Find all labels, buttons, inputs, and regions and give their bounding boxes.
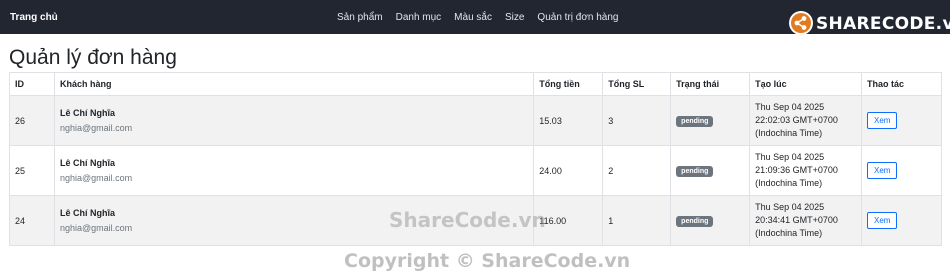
status-cell: pending bbox=[670, 145, 751, 196]
watermark-copyright: Copyright © ShareCode.vn bbox=[344, 250, 631, 272]
view-button[interactable]: Xem bbox=[867, 212, 898, 229]
created-at: Thu Sep 04 2025 20:34:41 GMT+0700 (Indoc… bbox=[749, 195, 863, 246]
view-button[interactable]: Xem bbox=[867, 112, 898, 129]
actions-cell: Xem bbox=[861, 195, 942, 246]
order-id: 24 bbox=[9, 195, 55, 246]
actions-cell: Xem bbox=[861, 95, 942, 146]
actions-cell: Xem bbox=[861, 145, 942, 196]
view-button[interactable]: Xem bbox=[867, 162, 898, 179]
customer-cell: Lê Chí Nghĩa nghia@gmail.com bbox=[53, 145, 535, 196]
order-total: 15.03 bbox=[533, 95, 604, 146]
page-title: Quản lý đơn hàng bbox=[9, 46, 177, 69]
order-id: 25 bbox=[9, 145, 55, 196]
status-cell: pending bbox=[670, 95, 751, 146]
table-row: 25 Lê Chí Nghĩa nghia@gmail.com 24.00 2 … bbox=[9, 145, 942, 196]
column-header-id: ID bbox=[9, 72, 55, 96]
customer-name: Lê Chí Nghĩa bbox=[59, 158, 115, 168]
column-header-total: Tổng tiền bbox=[533, 72, 604, 96]
nav-item-categories[interactable]: Danh mục bbox=[396, 12, 442, 23]
watermark-center: ShareCode.vn bbox=[389, 208, 546, 232]
status-badge: pending bbox=[676, 115, 714, 127]
column-header-quantity: Tổng SL bbox=[602, 72, 672, 96]
sharecode-logo: SHARECODE.vn bbox=[788, 10, 950, 40]
customer-cell: Lê Chí Nghĩa nghia@gmail.com bbox=[53, 95, 535, 146]
customer-email: nghia@gmail.com bbox=[59, 173, 133, 183]
created-at: Thu Sep 04 2025 22:02:03 GMT+0700 (Indoc… bbox=[749, 95, 863, 146]
order-quantity: 3 bbox=[602, 95, 672, 146]
nav-item-size[interactable]: Size bbox=[505, 12, 524, 23]
column-header-customer: Khách hàng bbox=[53, 72, 535, 96]
table-row: 26 Lê Chí Nghĩa nghia@gmail.com 15.03 3 … bbox=[9, 95, 942, 146]
status-badge: pending bbox=[676, 215, 714, 227]
nav-item-order-admin[interactable]: Quản trị đơn hàng bbox=[537, 12, 618, 23]
nav-item-products[interactable]: Sản phẩm bbox=[337, 12, 383, 23]
column-header-created: Tạo lúc bbox=[749, 72, 863, 96]
order-total: 24.00 bbox=[533, 145, 604, 196]
main-nav: Sản phẩm Danh mục Màu sắc Size Quản trị … bbox=[337, 12, 631, 23]
status-cell: pending bbox=[670, 195, 751, 246]
customer-email: nghia@gmail.com bbox=[59, 123, 133, 133]
order-id: 26 bbox=[9, 95, 55, 146]
order-quantity: 2 bbox=[602, 145, 672, 196]
nav-item-colors[interactable]: Màu sắc bbox=[454, 12, 492, 23]
brand-link[interactable]: Trang chủ bbox=[10, 12, 58, 23]
status-badge: pending bbox=[676, 165, 714, 177]
logo-text: SHARECODE.vn bbox=[816, 14, 950, 34]
navbar: Trang chủ Sản phẩm Danh mục Màu sắc Size… bbox=[0, 0, 950, 35]
order-quantity: 1 bbox=[602, 195, 672, 246]
customer-name: Lê Chí Nghĩa bbox=[59, 108, 115, 118]
column-header-status: Trạng thái bbox=[670, 72, 751, 96]
created-at: Thu Sep 04 2025 21:09:36 GMT+0700 (Indoc… bbox=[749, 145, 863, 196]
table-header-row: ID Khách hàng Tổng tiền Tổng SL Trạng th… bbox=[9, 72, 942, 96]
column-header-actions: Thao tác bbox=[861, 72, 942, 96]
logo-icon bbox=[789, 11, 813, 35]
